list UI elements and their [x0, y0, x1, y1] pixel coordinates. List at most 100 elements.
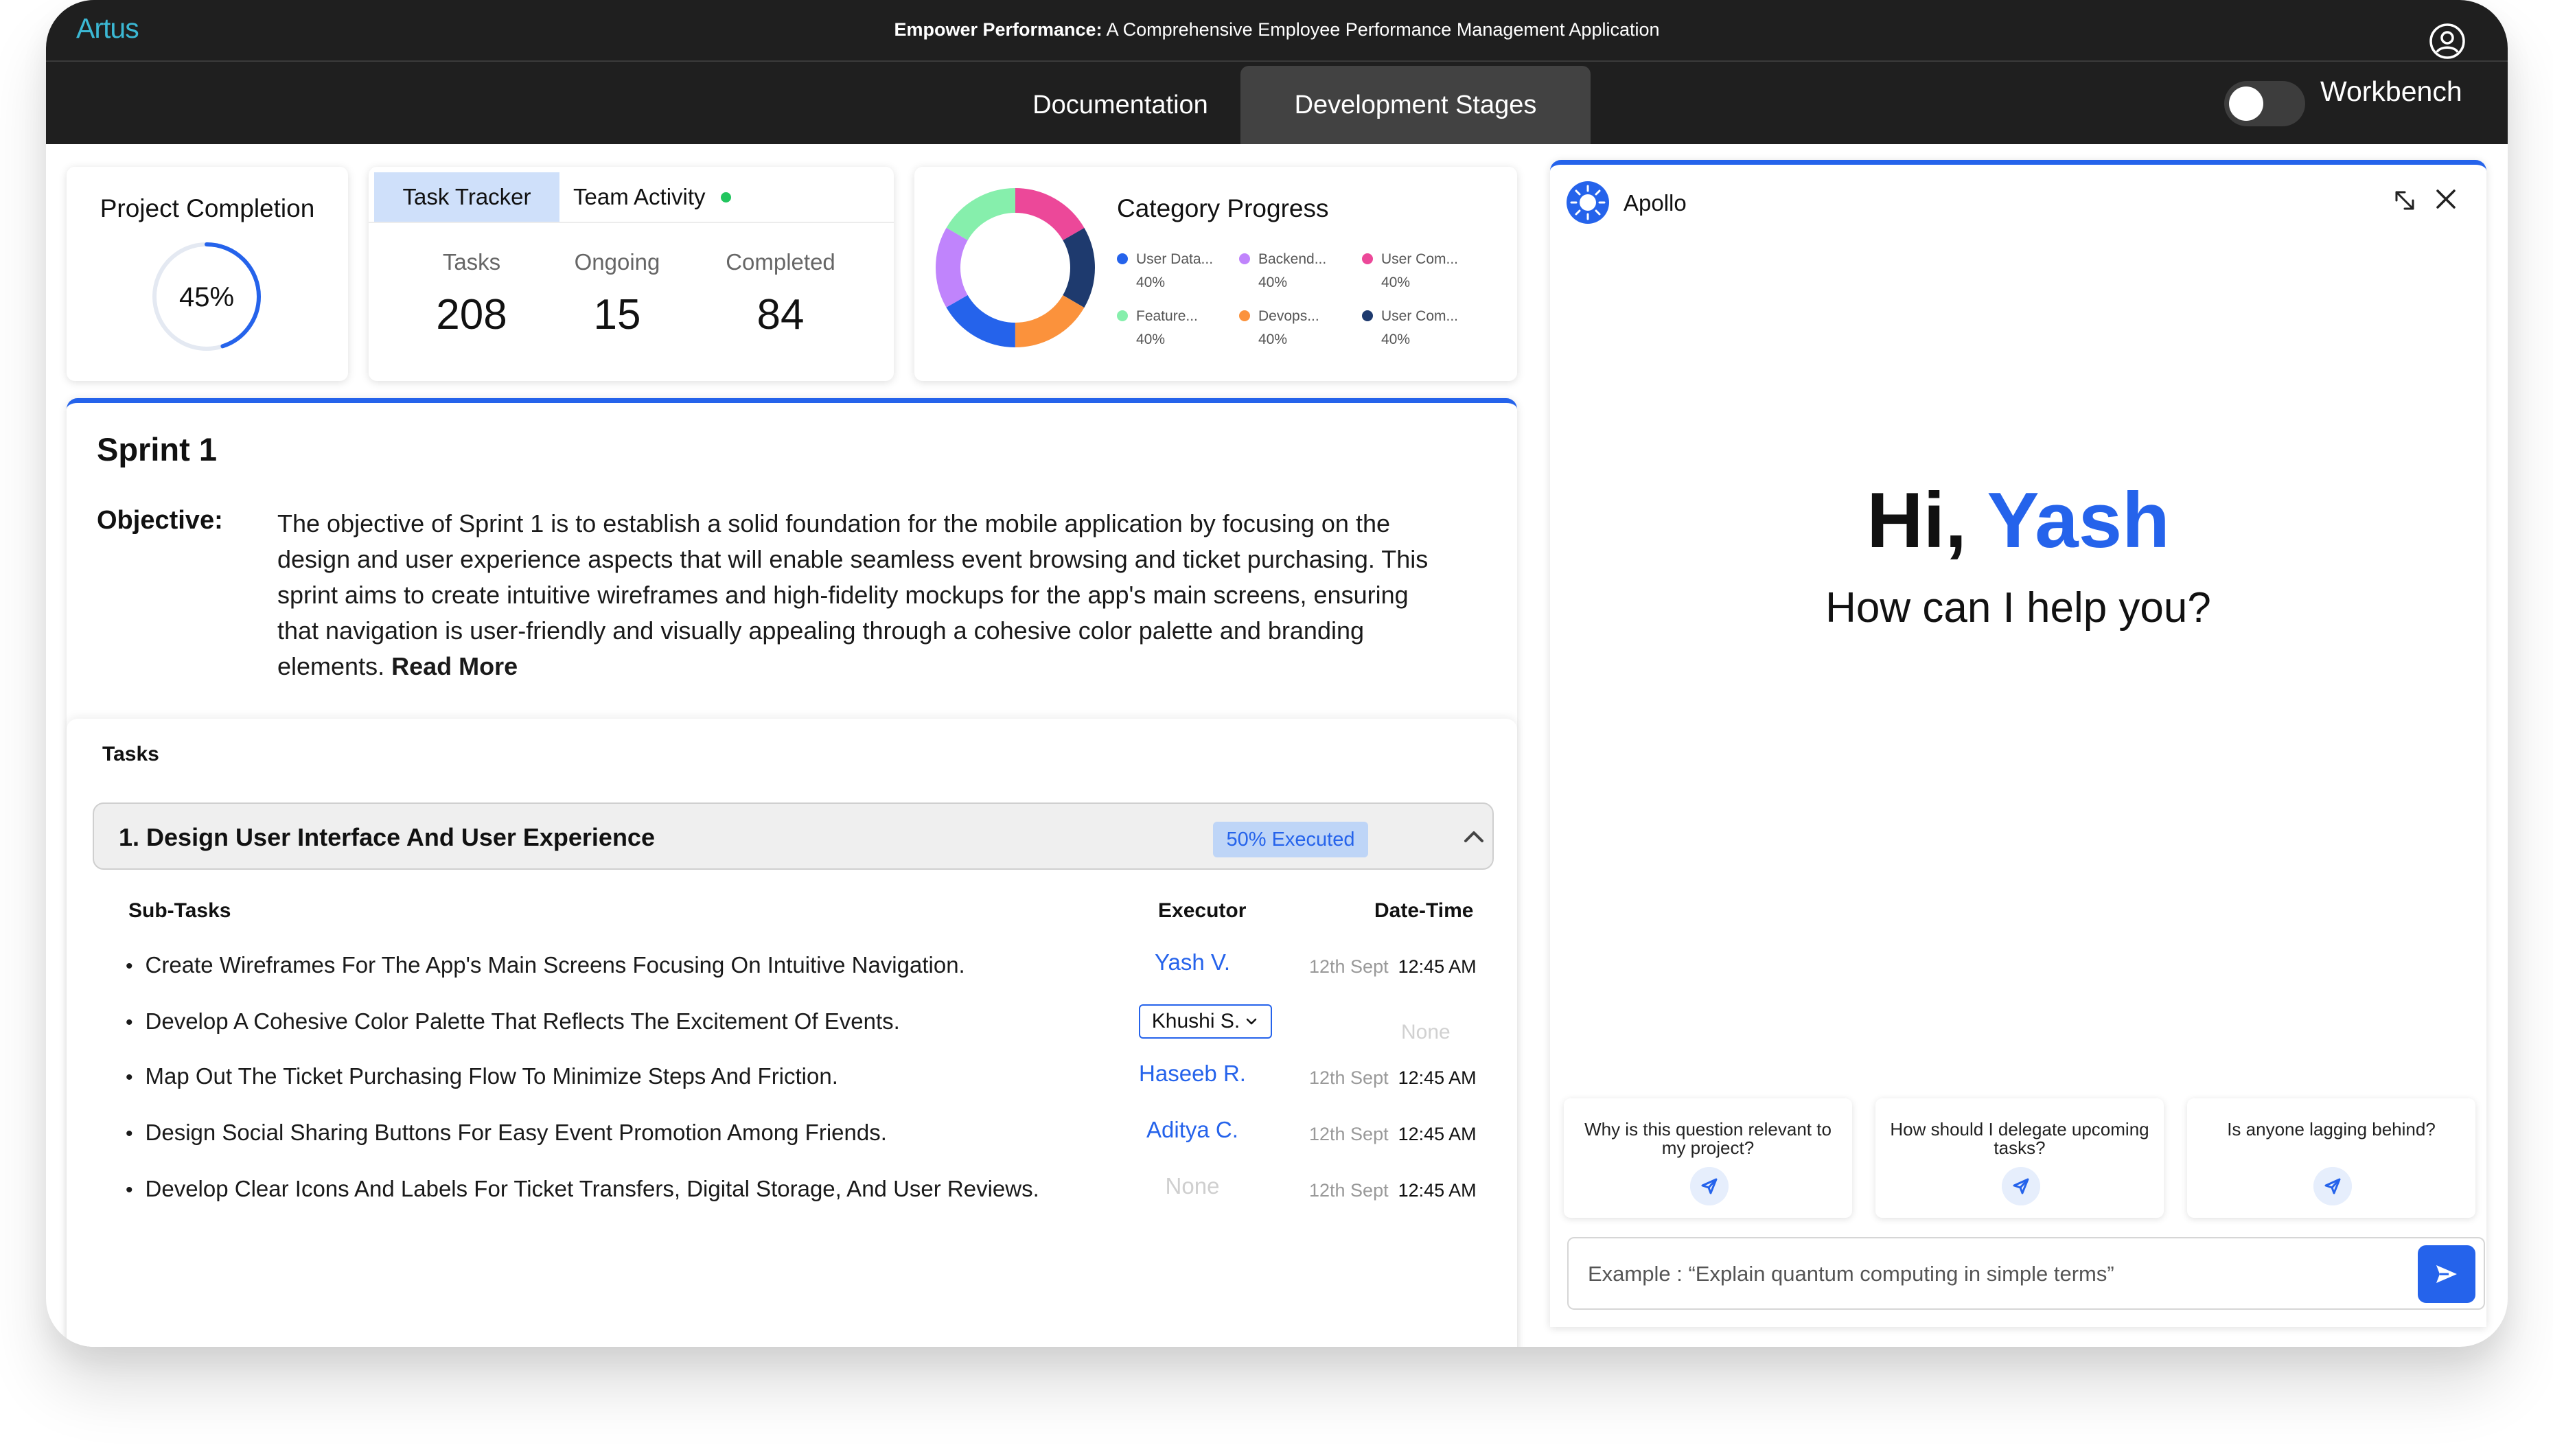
divider	[46, 60, 2508, 62]
send-button[interactable]	[2418, 1245, 2475, 1303]
send-arrow-icon	[2436, 1265, 2457, 1283]
executor-header: Executor	[1158, 899, 1247, 922]
expand-icon[interactable]	[2391, 187, 2418, 214]
objective-text: The objective of Sprint 1 is to establis…	[277, 506, 1431, 684]
user-account-icon[interactable]	[2428, 22, 2467, 60]
executor-name[interactable]: None	[1110, 1173, 1275, 1199]
suggestion-text: Is anyone lagging behind?	[2227, 1119, 2436, 1140]
sprint-title: Sprint 1	[97, 431, 217, 467]
executor-name[interactable]: Aditya C.	[1110, 1117, 1275, 1143]
suggestion-text: How should I delegate upcoming tasks?	[1890, 1119, 2149, 1158]
legend-dot	[1117, 253, 1128, 264]
read-more-link[interactable]: Read More	[391, 652, 518, 680]
executor-select[interactable]: Khushi S.	[1139, 1004, 1272, 1039]
objective-label: Objective:	[97, 506, 223, 535]
chevron-up-icon[interactable]	[1460, 823, 1488, 851]
stat-value: 15	[593, 291, 641, 338]
execution-badge: 50% Executed	[1213, 822, 1368, 857]
tasks-label: Tasks	[102, 743, 159, 765]
legend-item: User Data... 40%	[1117, 248, 1213, 294]
subtask-row: Map Out The Ticket Purchasing Flow To Mi…	[67, 1061, 1517, 1118]
workbench-toggle[interactable]	[2224, 81, 2305, 126]
legend-pct: 40%	[1136, 275, 1166, 290]
subtask-datetime: 12th Sept 12:45 AM	[1309, 1067, 1494, 1089]
stat-ongoing: Ongoing 15	[548, 249, 686, 339]
stat-tasks: Tasks 208	[403, 249, 540, 339]
legend-name: Backend...	[1258, 251, 1327, 267]
sprint-panel: Sprint 1 Objective: The objective of Spr…	[67, 398, 1517, 1347]
greeting-user-name: Yash	[1987, 477, 2170, 564]
tab-team-activity[interactable]: Team Activity	[573, 172, 731, 222]
stat-value: 84	[756, 291, 805, 338]
executor-name[interactable]: Haseeb R.	[1110, 1061, 1275, 1087]
task-tracker-card: Task Tracker Team Activity Tasks 208 Ong…	[369, 167, 894, 381]
team-activity-label: Team Activity	[573, 184, 706, 209]
subtasks-header: Sub-Tasks	[128, 899, 231, 922]
category-progress-card: Category Progress User Data... 40% Backen…	[914, 167, 1517, 381]
greeting-heading: Hi, Yash	[1550, 476, 2486, 566]
app-title: Empower Performance: A Comprehensive Emp…	[46, 19, 2508, 41]
legend-dot	[1239, 310, 1250, 321]
subtask-text: Develop A Cohesive Color Palette That Re…	[126, 1008, 900, 1035]
subtask-row: Create Wireframes For The App's Main Scr…	[67, 949, 1517, 1007]
chat-input[interactable]	[1588, 1256, 2384, 1292]
legend-dot	[1362, 253, 1373, 264]
subtask-row: Design Social Sharing Buttons For Easy E…	[67, 1117, 1517, 1175]
subtask-time: 12:45 AM	[1398, 1124, 1477, 1144]
app-title-bold: Empower Performance:	[894, 19, 1102, 40]
top-bar: Artus Empower Performance: A Comprehensi…	[46, 0, 2508, 144]
tab-task-tracker[interactable]: Task Tracker	[374, 172, 559, 222]
app-window: Artus Empower Performance: A Comprehensi…	[46, 0, 2508, 1347]
send-icon[interactable]	[2313, 1167, 2352, 1205]
legend-name: Devops...	[1258, 308, 1319, 324]
greeting-subheading: How can I help you?	[1825, 584, 2211, 632]
subtask-text: Design Social Sharing Buttons For Easy E…	[126, 1120, 887, 1146]
legend-dot	[1239, 253, 1250, 264]
divider	[369, 222, 894, 223]
project-completion-title: Project Completion	[100, 194, 315, 222]
executor-name[interactable]: Yash V.	[1110, 949, 1275, 975]
tab-development-stages[interactable]: Development Stages	[1240, 66, 1591, 144]
stat-label: Tasks	[442, 249, 501, 275]
suggestion-card[interactable]: Is anyone lagging behind?	[2187, 1098, 2475, 1218]
datetime-header: Date-Time	[1374, 899, 1474, 922]
legend-item: Devops... 40%	[1239, 305, 1319, 351]
completion-progress-ring: 45%	[152, 242, 261, 351]
subtask-text: Create Wireframes For The App's Main Scr…	[126, 952, 965, 978]
stat-label: Ongoing	[574, 249, 660, 275]
stat-label: Completed	[726, 249, 835, 275]
subtask-datetime: 12th Sept 12:45 AM	[1309, 956, 1494, 978]
subtask-date: 12th Sept	[1309, 1124, 1389, 1144]
assistant-name: Apollo	[1624, 190, 1687, 216]
greeting-prefix: Hi,	[1867, 477, 1987, 564]
subtask-datetime: 12th Sept 12:45 AM	[1309, 1180, 1494, 1201]
legend-name: Feature...	[1136, 308, 1198, 324]
legend-item: User Com... 40%	[1362, 305, 1458, 351]
subtask-date: 12th Sept	[1309, 1067, 1389, 1088]
subtask-text: Develop Clear Icons And Labels For Ticke…	[126, 1176, 1039, 1202]
suggestion-card[interactable]: Why is this question relevant to my proj…	[1564, 1098, 1852, 1218]
send-icon[interactable]	[1690, 1167, 1729, 1205]
stat-value: 208	[436, 291, 507, 338]
apollo-assistant-panel: Apollo Hi, Yash How can I help you? Why …	[1550, 160, 2486, 1327]
legend-item: Feature... 40%	[1117, 305, 1198, 351]
subtask-date: 12th Sept	[1309, 1180, 1389, 1201]
online-status-dot	[720, 192, 731, 203]
suggestion-card[interactable]: How should I delegate upcoming tasks?	[1875, 1098, 2164, 1218]
toggle-knob	[2229, 86, 2263, 121]
apollo-logo-icon	[1567, 181, 1609, 224]
workbench-label: Workbench	[2320, 76, 2462, 107]
task-title: 1. Design User Interface And User Experi…	[119, 823, 655, 851]
close-icon[interactable]	[2434, 187, 2458, 211]
send-icon[interactable]	[2002, 1167, 2040, 1205]
legend-pct: 40%	[1381, 332, 1411, 347]
app-title-rest: A Comprehensive Employee Performance Man…	[1102, 19, 1660, 40]
suggestion-text: Why is this question relevant to my proj…	[1584, 1119, 1832, 1158]
tasks-panel: Tasks 1. Design User Interface And User …	[67, 719, 1517, 1347]
tab-documentation[interactable]: Documentation	[959, 66, 1282, 144]
legend-name: User Data...	[1136, 251, 1214, 267]
legend-pct: 40%	[1381, 275, 1411, 290]
task-accordion-header[interactable]: 1. Design User Interface And User Experi…	[93, 802, 1494, 870]
legend-item: User Com... 40%	[1362, 248, 1458, 294]
project-completion-card: Project Completion 45%	[67, 167, 348, 381]
